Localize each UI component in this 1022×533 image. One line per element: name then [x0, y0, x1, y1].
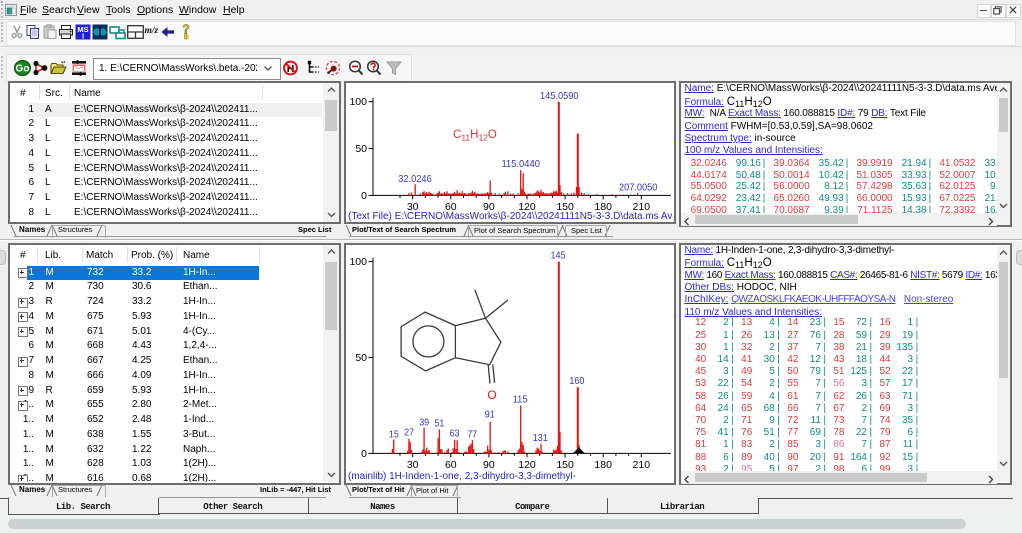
svg-text:30: 30	[407, 458, 419, 470]
svg-text:27: 27	[404, 426, 414, 438]
svg-text:150: 150	[556, 458, 574, 470]
svg-text:210: 210	[633, 458, 651, 470]
svg-text:50: 50	[355, 352, 367, 364]
svg-text:0: 0	[361, 190, 367, 202]
svg-text:15: 15	[389, 428, 399, 440]
svg-text:180: 180	[594, 458, 612, 470]
svg-text:63: 63	[450, 427, 460, 439]
svg-text:Go: Go	[16, 64, 30, 75]
svg-text:100: 100	[349, 256, 367, 268]
svg-text:50: 50	[355, 143, 367, 155]
svg-text:O: O	[487, 388, 496, 402]
svg-text:39: 39	[419, 416, 429, 428]
svg-text:90: 90	[483, 458, 495, 470]
svg-text:160: 160	[569, 375, 584, 387]
svg-text:120: 120	[518, 458, 536, 470]
svg-text:77: 77	[467, 428, 477, 440]
svg-text:115.0440: 115.0440	[501, 158, 540, 170]
svg-text:32.0246: 32.0246	[398, 173, 432, 185]
svg-text:207.0050: 207.0050	[619, 182, 658, 194]
svg-text:51: 51	[434, 417, 444, 429]
svg-text:115: 115	[513, 393, 528, 405]
svg-text:100: 100	[349, 96, 367, 108]
svg-text:145: 145	[551, 249, 566, 261]
svg-text:I: I	[82, 32, 84, 41]
svg-text:C11H12O: C11H12O	[453, 129, 497, 143]
svg-text:131: 131	[533, 432, 548, 444]
svg-text:91: 91	[485, 408, 495, 420]
svg-text:145.0590: 145.0590	[540, 90, 579, 102]
svg-text:0: 0	[361, 447, 367, 459]
svg-text:60: 60	[445, 458, 457, 470]
